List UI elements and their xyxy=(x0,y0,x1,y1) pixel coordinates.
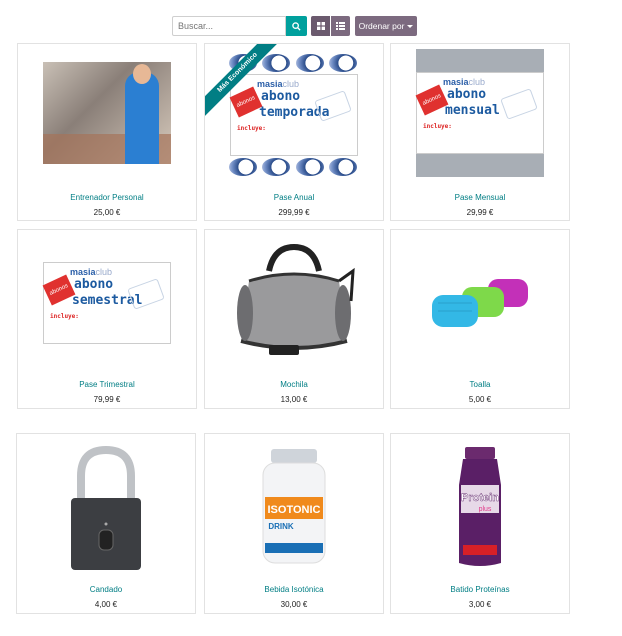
product-price: 79,99 € xyxy=(93,395,121,404)
product-price: 3,00 € xyxy=(468,600,492,609)
decorative-circles xyxy=(229,158,357,176)
brand-logo: masiaclub xyxy=(443,77,486,87)
brand-logo: masiaclub xyxy=(257,79,300,89)
product-card[interactable]: abonos masiaclub abono temporada incluye… xyxy=(204,43,384,221)
backpack-image xyxy=(237,243,355,355)
product-card[interactable]: Mochila 13,00 € xyxy=(204,229,384,409)
product-name[interactable]: Pase Trimestral xyxy=(18,380,196,389)
product-price: 5,00 € xyxy=(468,395,492,404)
isotonic-label: ISOTONIC xyxy=(268,504,321,516)
product-price: 299,99 € xyxy=(278,208,310,217)
pass-frame: abonos masiaclub abono mensual incluye: xyxy=(415,49,544,177)
pass-title: abono xyxy=(261,89,301,104)
pass-graphic: abonos masiaclub abono temporada incluye… xyxy=(229,74,358,156)
product-name[interactable]: Entrenador Personal xyxy=(18,193,196,202)
plus-label: plus xyxy=(479,506,492,513)
brand-logo: masiaclub xyxy=(70,266,113,277)
product-price: 30,00 € xyxy=(280,600,308,609)
list-icon xyxy=(336,22,345,30)
product-image[interactable]: abonos masiaclub abono semestral incluye… xyxy=(18,230,196,375)
product-name[interactable]: Pase Anual xyxy=(205,193,383,202)
product-name[interactable]: Toalla xyxy=(391,380,569,389)
product-price: 29,99 € xyxy=(466,208,494,217)
pass-title: abono xyxy=(447,87,487,102)
pass-badge: abonos xyxy=(42,274,76,305)
isotonic-tub-image: ISOTONIC DRINK xyxy=(262,448,326,563)
product-card[interactable]: abonos masiaclub abono semestral incluye… xyxy=(17,229,197,409)
pass-badge: abonos xyxy=(415,84,449,116)
pass-subtitle: mensual xyxy=(445,103,500,118)
protein-label: Protein xyxy=(461,492,499,504)
product-image[interactable] xyxy=(391,230,569,375)
product-card[interactable]: abonos masiaclub abono mensual incluye: … xyxy=(390,43,570,221)
pass-includes: incluye: xyxy=(237,125,266,132)
pass-includes: incluye: xyxy=(50,312,79,320)
pass-title: abono xyxy=(74,276,114,292)
caret-down-icon xyxy=(407,24,414,28)
product-image[interactable] xyxy=(205,230,383,375)
product-name[interactable]: Mochila xyxy=(205,380,383,389)
product-name[interactable]: Pase Mensual xyxy=(391,193,569,202)
padlock-image xyxy=(71,445,141,570)
product-name[interactable]: Candado xyxy=(17,585,195,594)
grid-view-button[interactable] xyxy=(311,16,330,36)
pass-graphic: abonos masiaclub abono semestral incluye… xyxy=(42,261,171,344)
product-image[interactable] xyxy=(18,44,196,182)
product-name[interactable]: Batido Proteínas xyxy=(391,585,569,594)
products-toolbar: Ordenar por xyxy=(0,15,622,37)
product-price: 4,00 € xyxy=(94,600,118,609)
product-price: 25,00 € xyxy=(93,208,121,217)
search-button[interactable] xyxy=(286,16,307,36)
pass-includes: incluye: xyxy=(423,123,452,130)
product-card[interactable]: Candado 4,00 € xyxy=(16,433,196,614)
product-image[interactable] xyxy=(17,434,195,579)
product-card[interactable]: Protein plus Batido Proteínas 3,00 € xyxy=(390,433,570,614)
pass-graphic: abonos masiaclub abono mensual incluye: xyxy=(415,72,544,154)
product-name[interactable]: Bebida Isotónica xyxy=(205,585,383,594)
towels-image xyxy=(432,278,528,327)
search-input[interactable] xyxy=(172,16,286,36)
protein-shake-image: Protein plus xyxy=(459,446,501,566)
product-image[interactable]: abonos masiaclub abono mensual incluye: xyxy=(391,44,569,182)
search-icon xyxy=(292,21,301,31)
product-image[interactable]: abonos masiaclub abono temporada incluye… xyxy=(205,44,383,182)
pass-badge: abonos xyxy=(229,86,263,118)
grid-icon xyxy=(316,22,325,30)
product-image[interactable]: Protein plus xyxy=(391,434,569,579)
product-card[interactable]: ISOTONIC DRINK Bebida Isotónica 30,00 € xyxy=(204,433,384,614)
trainer-photo xyxy=(43,62,171,164)
sort-label: Ordenar por xyxy=(358,21,405,31)
product-price: 13,00 € xyxy=(280,395,308,404)
drink-label: DRINK xyxy=(268,522,294,531)
product-card[interactable]: Entrenador Personal 25,00 € xyxy=(17,43,197,221)
product-card[interactable]: Toalla 5,00 € xyxy=(390,229,570,409)
sort-dropdown[interactable]: Ordenar por xyxy=(355,16,417,36)
list-view-button[interactable] xyxy=(331,16,350,36)
product-image[interactable]: ISOTONIC DRINK xyxy=(205,434,383,579)
